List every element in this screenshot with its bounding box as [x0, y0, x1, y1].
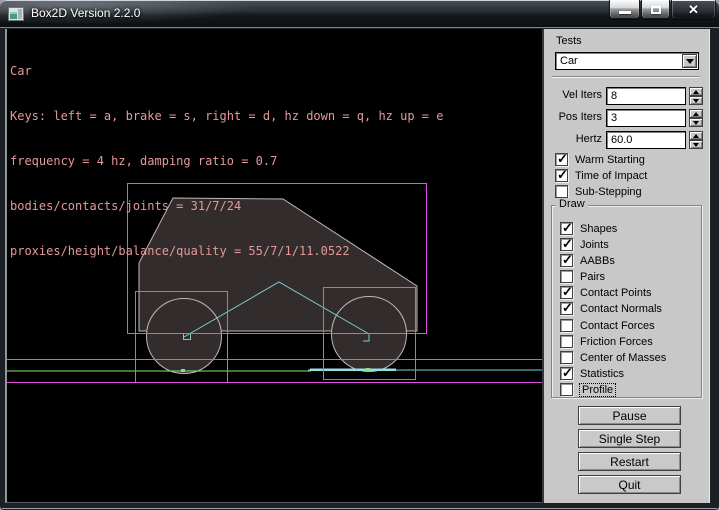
vel-iters-row: Vel Iters 8	[544, 87, 712, 105]
checkbox-box[interactable]	[560, 367, 573, 380]
checkbox-label: Statistics	[580, 368, 624, 380]
arrow-down-icon	[693, 99, 699, 103]
vel-iters-field[interactable]: 8	[606, 87, 686, 105]
hertz-spinner	[689, 131, 703, 149]
checkbox-box[interactable]	[560, 319, 573, 332]
contact-point-front	[366, 368, 370, 371]
hertz-label: Hertz	[544, 133, 602, 145]
checkbox-box[interactable]	[555, 153, 568, 166]
checkbox-box[interactable]	[560, 335, 573, 348]
chevron-down-icon	[686, 59, 694, 64]
pos-iters-up-button[interactable]	[689, 109, 703, 118]
app-icon	[8, 7, 24, 21]
tests-label: Tests	[556, 35, 582, 47]
pos-iters-label: Pos Iters	[544, 111, 602, 123]
maximize-button[interactable]	[641, 0, 670, 19]
stats-line-bodies: bodies/contacts/joints = 31/7/24	[10, 199, 443, 214]
stats-line-keys: Keys: left = a, brake = s, right = d, hz…	[10, 109, 443, 124]
checkbox-label: Profile	[580, 384, 615, 396]
pos-iters-row: Pos Iters 3	[544, 109, 712, 127]
vel-iters-down-button[interactable]	[689, 96, 703, 105]
checkbox-label: Pairs	[580, 271, 605, 283]
pause-button[interactable]: Pause	[578, 406, 681, 425]
separator	[552, 76, 700, 78]
hertz-down-button[interactable]	[689, 140, 703, 149]
checkbox-label: Warm Starting	[575, 154, 645, 166]
checkbox-label: Contact Normals	[580, 303, 662, 315]
pos-iters-spinner	[689, 109, 703, 127]
checkbox-box[interactable]	[555, 169, 568, 182]
minimize-icon	[619, 11, 631, 14]
checkbox-label: Center of Masses	[580, 352, 666, 364]
vel-iters-up-button[interactable]	[689, 87, 703, 96]
arrow-down-icon	[693, 143, 699, 147]
checkbox-box[interactable]	[560, 238, 573, 251]
simulation-canvas[interactable]: Car Keys: left = a, brake = s, right = d…	[5, 29, 544, 503]
test-select[interactable]: Car	[555, 52, 699, 70]
pos-iters-field[interactable]: 3	[606, 109, 686, 127]
checkbox-label: Joints	[580, 239, 609, 251]
control-panel: Tests Car Vel Iters 8 Pos Iters 3 Hertz	[542, 29, 710, 503]
maximize-icon	[651, 6, 661, 14]
checkbox-box[interactable]	[560, 254, 573, 267]
checkbox-label: Contact Forces	[580, 320, 655, 332]
contact-point-rear	[181, 369, 185, 372]
checkbox-box[interactable]	[560, 270, 573, 283]
single-step-button[interactable]: Single Step	[578, 429, 681, 448]
draw-group-label: Draw	[556, 198, 588, 210]
checkbox-label: Friction Forces	[580, 336, 653, 348]
minimize-button[interactable]	[609, 0, 640, 19]
checkbox-label: AABBs	[580, 255, 615, 267]
test-select-value: Car	[560, 55, 578, 67]
restart-button[interactable]: Restart	[578, 452, 681, 471]
hertz-row: Hertz 60.0	[544, 131, 712, 149]
title-bar[interactable]: Box2D Version 2.2.0 ✕	[0, 0, 719, 28]
vel-iters-spinner	[689, 87, 703, 105]
stats-line-frequency: frequency = 4 hz, damping ratio = 0.7	[10, 154, 443, 169]
checkbox-label: Sub-Stepping	[575, 186, 642, 198]
draw-group-box	[551, 205, 702, 398]
close-button[interactable]: ✕	[671, 0, 716, 19]
checkbox-box[interactable]	[560, 383, 573, 396]
checkbox-box[interactable]	[560, 286, 573, 299]
stats-line-test: Car	[10, 64, 443, 79]
stats-text-block: Car Keys: left = a, brake = s, right = d…	[10, 34, 443, 289]
checkbox-label: Time of Impact	[575, 170, 647, 182]
arrow-up-icon	[693, 112, 699, 116]
checkbox-label: Shapes	[580, 223, 617, 235]
checkbox-box[interactable]	[555, 185, 568, 198]
close-icon: ✕	[688, 1, 699, 18]
hertz-field[interactable]: 60.0	[606, 131, 686, 149]
hertz-up-button[interactable]	[689, 131, 703, 140]
checkbox-label: Contact Points	[580, 287, 652, 299]
checkbox-box[interactable]	[560, 302, 573, 315]
arrow-up-icon	[693, 90, 699, 94]
window-title: Box2D Version 2.2.0	[31, 6, 140, 20]
test-select-arrow-button[interactable]	[682, 54, 697, 68]
arrow-down-icon	[693, 121, 699, 125]
quit-button[interactable]: Quit	[578, 475, 681, 494]
window-bottom-edge	[2, 508, 717, 509]
checkbox-box[interactable]	[560, 351, 573, 364]
vel-iters-label: Vel Iters	[544, 89, 602, 101]
arrow-up-icon	[693, 134, 699, 138]
app-window: Box2D Version 2.2.0 ✕	[0, 0, 719, 510]
stats-line-proxies: proxies/height/balance/quality = 55/7/1/…	[10, 244, 443, 259]
checkbox-box[interactable]	[560, 222, 573, 235]
pos-iters-down-button[interactable]	[689, 118, 703, 127]
